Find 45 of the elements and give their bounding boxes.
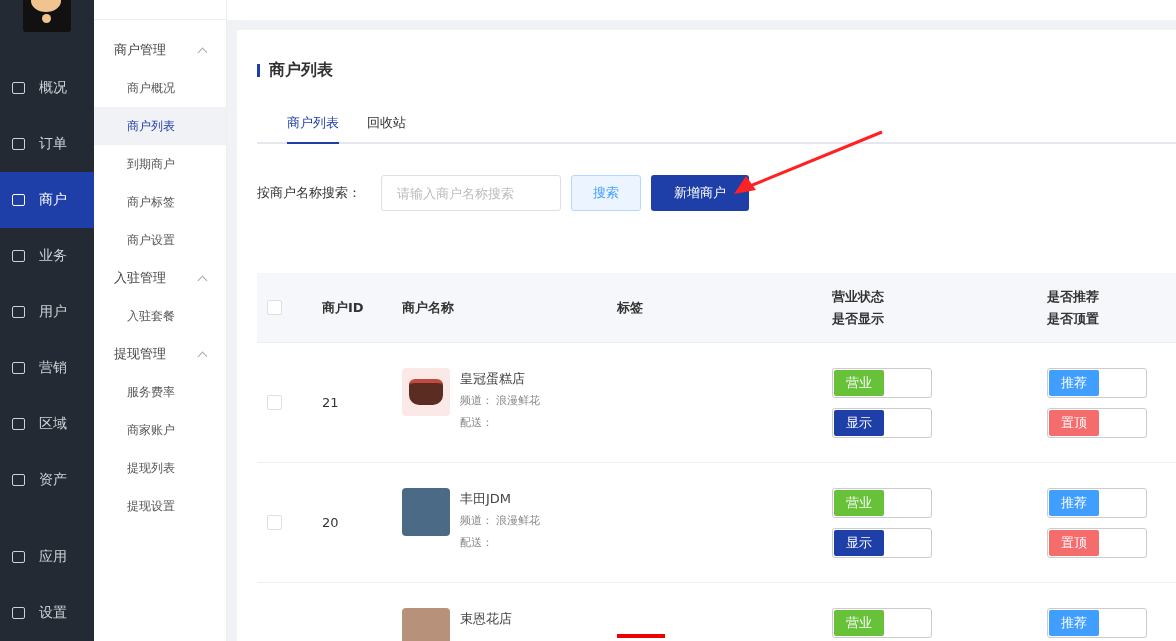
nav-item[interactable]: 营销 xyxy=(0,340,94,396)
submenu-item[interactable]: 商家账户 xyxy=(94,411,226,449)
submenu-item[interactable]: 商户列表 xyxy=(94,107,226,145)
merchant-channel: 频道： 浪漫鲜花 xyxy=(460,392,541,409)
submenu-item[interactable]: 商户概况 xyxy=(94,69,226,107)
column-header: 营业状态 是否显示 xyxy=(832,287,885,328)
merchant-channel: 频道： 浪漫鲜花 xyxy=(460,512,541,529)
column-header: 是否推荐 是否顶置 xyxy=(1047,287,1100,328)
merchant-id: 21 xyxy=(322,395,339,410)
nav-item[interactable]: 用户 xyxy=(0,284,94,340)
submenu-item[interactable]: 提现设置 xyxy=(94,487,226,525)
add-merchant-button[interactable]: 新增商户 xyxy=(651,175,749,211)
submenu-item[interactable]: 商户设置 xyxy=(94,221,226,259)
merchant-name: 丰田JDM xyxy=(460,489,513,508)
merchant-delivery: 配送： xyxy=(460,414,494,431)
merchant-name: 皇冠蛋糕店 xyxy=(460,369,526,388)
nav-item[interactable]: 应用 xyxy=(0,529,94,585)
search-field[interactable]: 请输入商户名称搜索 xyxy=(381,175,561,211)
submenu-group[interactable]: 提现管理 xyxy=(94,335,226,373)
merchant-name: 束恩花店 xyxy=(460,609,512,628)
tab[interactable]: 回收站 xyxy=(367,106,406,144)
column-header: 商户ID xyxy=(322,298,365,317)
tab[interactable]: 商户列表 xyxy=(287,106,339,144)
column-header: 标签 xyxy=(617,298,644,317)
submenu-group[interactable]: 入驻管理 xyxy=(94,259,226,297)
page-title: 商户列表 xyxy=(257,30,1176,90)
submenu-group[interactable]: 商户管理 xyxy=(94,31,226,69)
toggle-switch[interactable]: 显示 xyxy=(832,527,932,558)
submenu-item[interactable]: 到期商户 xyxy=(94,145,226,183)
toggle-switch[interactable]: 显示 xyxy=(832,407,932,438)
search-label: 按商户名称搜索： xyxy=(257,184,362,202)
nav-item[interactable]: 设置 xyxy=(0,585,94,641)
submenu-item[interactable]: 商户标签 xyxy=(94,183,226,221)
nav-item[interactable]: 商户 xyxy=(0,172,94,228)
submenu-item[interactable]: 服务费率 xyxy=(94,373,226,411)
nav-item[interactable]: 资产 xyxy=(0,452,94,508)
submenu-item[interactable]: 提现列表 xyxy=(94,449,226,487)
nav-item[interactable]: 区域 xyxy=(0,396,94,452)
nav-item[interactable]: 订单 xyxy=(0,116,94,172)
nav-item[interactable]: 概况 xyxy=(0,60,94,116)
merchant-id: 20 xyxy=(322,515,339,530)
submenu-item[interactable]: 入驻套餐 xyxy=(94,297,226,335)
nav-item[interactable]: 业务 xyxy=(0,228,94,284)
column-header: 商户名称 xyxy=(402,298,455,317)
merchant-delivery: 配送： xyxy=(460,534,494,551)
